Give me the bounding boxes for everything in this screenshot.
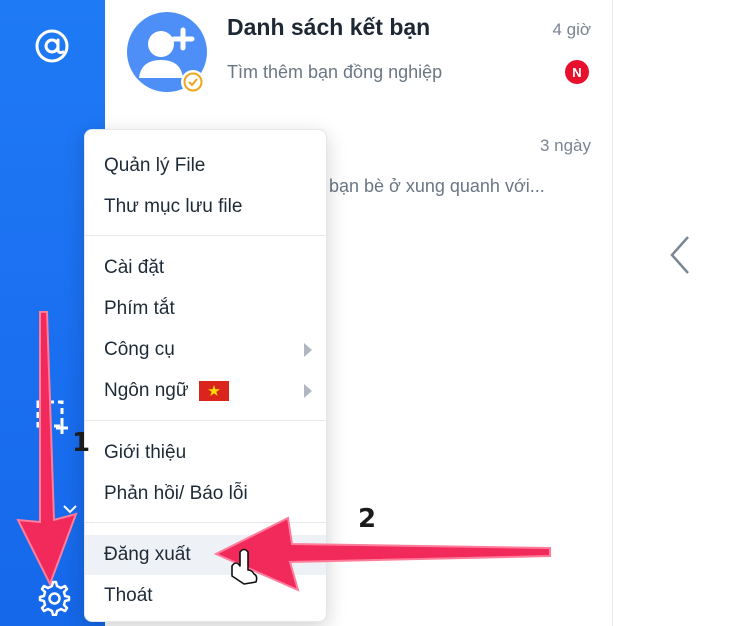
menu-item-shortcuts[interactable]: Phím tắt bbox=[85, 289, 326, 329]
menu-item-label: Thư mục lưu file bbox=[104, 196, 243, 217]
conversation-preview: Tìm thêm bạn đồng nghiệp bbox=[227, 62, 443, 82]
chevron-left-icon[interactable] bbox=[668, 234, 692, 276]
step-number-2: 2 bbox=[358, 504, 377, 534]
vietnam-flag-icon bbox=[198, 381, 229, 401]
menu-item-logout[interactable]: Đăng xuất bbox=[85, 535, 326, 575]
step-number-1: 1 bbox=[72, 428, 91, 458]
menu-item-label: Phản hồi/ Báo lỗi bbox=[104, 483, 248, 504]
menu-item-label: Quản lý File bbox=[104, 155, 206, 176]
at-icon[interactable] bbox=[28, 22, 76, 70]
menu-item-about[interactable]: Giới thiệu bbox=[85, 433, 326, 473]
conversation-time: 3 ngày bbox=[539, 136, 591, 155]
settings-gear-icon[interactable] bbox=[30, 574, 76, 620]
menu-divider bbox=[85, 235, 326, 236]
menu-item-label: Đăng xuất bbox=[104, 544, 191, 565]
settings-menu: Quản lý File Thư mục lưu file Cài đặt Ph… bbox=[84, 129, 327, 622]
conversation-item[interactable]: Danh sách kết bạn Tìm thêm bạn đồng nghi… bbox=[105, 0, 613, 112]
conversation-name: Danh sách kết bạn bbox=[227, 14, 431, 40]
menu-item-label: Ngôn ngữ bbox=[104, 380, 189, 401]
menu-item-feedback[interactable]: Phản hồi/ Báo lỗi bbox=[85, 474, 326, 514]
submenu-caret-icon bbox=[304, 343, 312, 357]
menu-item-label: Công cụ bbox=[104, 339, 175, 360]
menu-item-label: Phím tắt bbox=[104, 298, 175, 319]
unread-badge: N bbox=[565, 60, 589, 84]
menu-item-exit[interactable]: Thoát bbox=[85, 576, 326, 616]
add-contact-icon[interactable] bbox=[30, 394, 74, 438]
menu-item-tools[interactable]: Công cụ bbox=[85, 330, 326, 370]
conversation-time: 4 giờ bbox=[552, 20, 591, 39]
menu-item-file-folder[interactable]: Thư mục lưu file bbox=[85, 187, 326, 227]
menu-item-label: Giới thiệu bbox=[104, 442, 187, 463]
menu-divider bbox=[85, 420, 326, 421]
menu-divider bbox=[85, 522, 326, 523]
right-pane bbox=[614, 0, 730, 626]
verified-badge-icon bbox=[181, 70, 205, 94]
menu-item-settings[interactable]: Cài đặt bbox=[85, 248, 326, 288]
menu-item-label: Cài đặt bbox=[104, 257, 165, 278]
menu-item-file-manager[interactable]: Quản lý File bbox=[85, 146, 326, 186]
conversation-preview: bạn bè ở xung quanh với... bbox=[329, 176, 545, 196]
menu-item-label: Thoát bbox=[104, 585, 153, 606]
submenu-caret-icon bbox=[304, 384, 312, 398]
small-arrow-icon bbox=[62, 500, 78, 516]
menu-item-language[interactable]: Ngôn ngữ bbox=[85, 371, 326, 411]
